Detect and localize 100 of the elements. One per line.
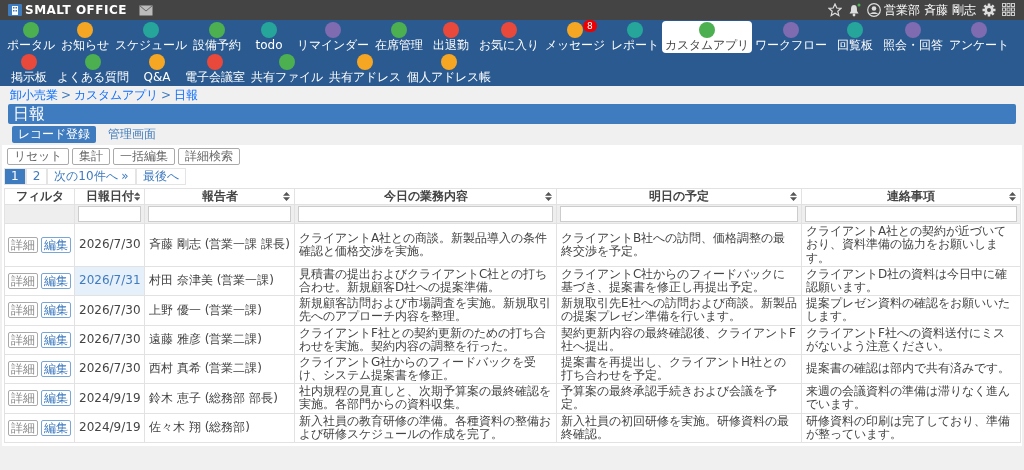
toolbar-button[interactable]: 集計 — [72, 148, 110, 165]
table-cell: 鈴木 恵子 (総務部 部長) — [144, 383, 295, 414]
page-link[interactable]: 次の10件へ » — [47, 168, 136, 185]
filter-field[interactable] — [805, 206, 1017, 223]
toolbar-button[interactable]: 詳細検索 — [178, 148, 240, 165]
app-launcher[interactable]: 掲示板 — [4, 53, 54, 85]
edit-button[interactable]: 編集 — [41, 390, 71, 407]
detail-button[interactable]: 詳細 — [8, 302, 38, 319]
app-launcher[interactable]: 電子会議室 — [182, 53, 248, 85]
unread-badge: 8 — [583, 20, 597, 32]
table-cell: 遠藤 雅彦 (営業二課) — [144, 325, 295, 355]
edit-button[interactable]: 編集 — [41, 272, 71, 289]
breadcrumb-link[interactable]: 卸小売業 — [10, 88, 58, 102]
sort-icon[interactable] — [1009, 192, 1016, 202]
settings-icon[interactable] — [982, 3, 996, 17]
table-cell: 研修資料の印刷は完了しており、準備が整っています。 — [801, 413, 1021, 443]
detail-button[interactable]: 詳細 — [8, 236, 38, 253]
table-cell: 予算案の最終承認手続きおよび会議を予定。 — [556, 383, 802, 414]
page-link[interactable]: 1 — [4, 168, 26, 185]
edit-button[interactable]: 編集 — [41, 236, 71, 253]
app-launcher[interactable]: お気に入り — [476, 21, 542, 53]
app-launcher[interactable]: お知らせ — [58, 21, 112, 53]
filter-field[interactable] — [148, 206, 291, 223]
app-launcher[interactable]: 出退勤 — [426, 21, 476, 53]
table-cell: クライアントA社との契約が近づいており、資料準備の協力をお願いします。 — [801, 223, 1021, 267]
edit-button[interactable]: 編集 — [41, 331, 71, 348]
breadcrumb-link[interactable]: 日報 — [174, 88, 199, 102]
table-cell: 契約更新内容の最終確認後、クライアントF社へ提出。 — [556, 325, 802, 355]
tab[interactable]: 管理画面 — [102, 126, 162, 143]
table-cell: 提案書の確認は部内で共有済みです。 — [801, 354, 1021, 384]
app-launcher[interactable]: カスタムアプリ — [662, 21, 752, 53]
app-launcher[interactable]: ポータル — [4, 21, 58, 53]
app-launcher[interactable]: アンケート — [946, 21, 1012, 53]
app-launcher[interactable]: ワークフロー — [752, 21, 830, 53]
breadcrumb-separator: > — [61, 88, 72, 102]
column-header: 今日の業務内容 — [383, 190, 468, 204]
breadcrumb-separator: > — [161, 88, 172, 102]
apps-grid-icon[interactable] — [1002, 3, 1016, 17]
toolbar-button[interactable]: リセット — [7, 148, 69, 165]
table-cell: 来週の会議資料の準備は滞りなく進んでいます。 — [801, 383, 1021, 414]
table-cell: 新規顧客訪問および市場調査を実施。新規取引先へのアプローチ内容を整理。 — [294, 295, 557, 325]
app-launcher[interactable]: スケジュール — [112, 21, 190, 53]
page-title: 日報 — [8, 104, 1016, 124]
detail-button[interactable]: 詳細 — [8, 361, 38, 378]
app-launcher[interactable]: todo — [244, 21, 294, 53]
edit-button[interactable]: 編集 — [41, 361, 71, 378]
table-cell: 斉藤 剛志 (営業一課 課長) — [144, 223, 295, 267]
table-cell: クライアントB社への訪問、価格調整の最終交渉を予定。 — [556, 223, 802, 267]
building-icon — [8, 3, 22, 17]
table-cell: 2026/7/30 — [74, 325, 145, 355]
app-launcher[interactable]: よくある質問 — [54, 53, 132, 85]
filter-field[interactable] — [298, 206, 553, 223]
app-launcher[interactable]: 個人アドレス帳 — [404, 53, 494, 85]
sort-icon[interactable] — [545, 192, 552, 202]
filter-field[interactable] — [78, 206, 141, 223]
column-header: 日報日付 — [85, 190, 134, 204]
table-cell: 社内規程の見直しと、次期予算案の最終確認を実施。各部門からの資料収集。 — [294, 383, 557, 414]
logo-text: SMALT OFFICE — [25, 2, 127, 19]
detail-button[interactable]: 詳細 — [8, 331, 38, 348]
table-cell: クライアントC社からのフィードバックに基づき、提案書を修正し再提出予定。 — [556, 266, 802, 296]
app-launcher[interactable]: 共有アドレス — [326, 53, 404, 85]
app-launcher[interactable]: 照会・回答 — [880, 21, 946, 53]
sort-icon[interactable] — [283, 192, 290, 202]
table-cell: 佐々木 翔 (総務部) — [144, 413, 295, 443]
page-link[interactable]: 最後へ — [135, 168, 186, 185]
table-cell: 見積書の提出およびクライアントC社との打ち合わせ。新規顧客D社への提案準備。 — [294, 266, 557, 296]
user-icon — [867, 3, 882, 17]
app-launcher[interactable]: Q&A — [132, 53, 182, 85]
table-cell: 2026/7/30 — [74, 223, 145, 267]
table-cell: クライアントF社との契約更新のための打ち合わせを実施。契約内容の調整を行った。 — [294, 325, 557, 355]
app-launcher[interactable]: レポート — [608, 21, 662, 53]
mail-icon[interactable] — [138, 4, 153, 16]
column-header: 明日の予定 — [649, 190, 709, 204]
edit-button[interactable]: 編集 — [41, 302, 71, 319]
sort-icon[interactable] — [790, 192, 797, 202]
app-launcher[interactable]: 設備予約 — [190, 21, 244, 53]
sort-icon[interactable] — [133, 192, 140, 202]
user-name[interactable]: 営業部 斉藤 剛志 — [884, 1, 976, 19]
app-launcher[interactable]: 在席管理 — [372, 21, 426, 53]
filter-field[interactable] — [560, 206, 798, 223]
table-cell: クライアントG社からのフィードバックを受け、システム提案書を修正。 — [294, 354, 557, 384]
detail-button[interactable]: 詳細 — [8, 390, 38, 407]
app-launcher[interactable]: リマインダー — [294, 21, 372, 53]
tab[interactable]: レコード登録 — [12, 126, 96, 143]
table-cell: 村田 奈津美 (営業一課) — [144, 266, 295, 296]
star-icon[interactable] — [828, 3, 843, 17]
table-cell: 西村 真希 (営業二課) — [144, 354, 295, 384]
table-cell: 2026/7/31 — [74, 266, 145, 296]
bell-icon[interactable] — [848, 3, 862, 17]
detail-button[interactable]: 詳細 — [8, 272, 38, 289]
app-launcher[interactable]: 共有ファイル — [248, 53, 326, 85]
toolbar-button[interactable]: 一括編集 — [113, 148, 175, 165]
table-cell: クライアントA社との商談。新製品導入の条件確認と価格交渉を実施。 — [294, 223, 557, 267]
column-header: 連絡事項 — [887, 190, 935, 204]
app-launcher[interactable]: 回覧板 — [830, 21, 880, 53]
breadcrumb-link[interactable]: カスタムアプリ — [74, 88, 159, 102]
detail-button[interactable]: 詳細 — [8, 419, 38, 436]
edit-button[interactable]: 編集 — [41, 419, 71, 436]
app-launcher[interactable]: メッセージ 8 — [542, 21, 608, 53]
page-link[interactable]: 2 — [25, 168, 48, 185]
